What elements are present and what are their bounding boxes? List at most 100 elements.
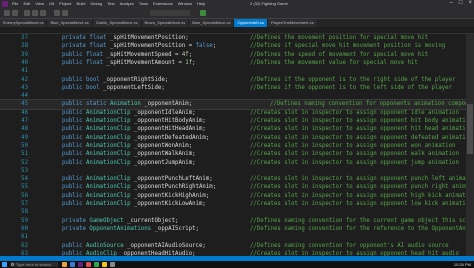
code-token: public [62, 201, 86, 207]
menu-item[interactable]: Window [178, 1, 192, 6]
code-token: public [62, 192, 86, 199]
taskbar-app-icon[interactable] [70, 262, 75, 267]
code-editor[interactable]: 37 private float _spHitMovementPosition; /… [0, 34, 474, 257]
taskbar-app-icon[interactable] [94, 262, 99, 267]
editor-tab[interactable]: Blue_SpecialMove.cs [189, 19, 235, 27]
code-token: AnimationClip [85, 109, 134, 116]
system-clock: 10:26 PM [453, 262, 471, 267]
close-icon[interactable]: × [468, 0, 472, 6]
code-token: _opponentJumpAnim; [133, 159, 196, 166]
code-token: private [62, 35, 90, 41]
code-token: _opponentRightSide; [103, 76, 169, 83]
code-token: public [62, 51, 86, 58]
save-icon[interactable] [40, 10, 46, 16]
editor-tab[interactable]: OpponentAI.cs [234, 19, 268, 27]
menu-item[interactable]: View [35, 1, 44, 6]
maximize-icon[interactable]: □ [459, 0, 463, 6]
back-icon[interactable] [4, 10, 10, 16]
code-token: GameObject [89, 217, 128, 224]
editor-tab[interactable]: Blue_SpecialMove.cs [47, 19, 93, 27]
code-token: private [62, 43, 90, 50]
code-token: _oppAIScript; [154, 225, 199, 232]
editor-tab[interactable]: Bravo_SpecialMove.cs [141, 19, 190, 27]
open-file-icon[interactable] [32, 10, 38, 16]
code-token: AnimationClip [85, 159, 134, 166]
code-token: _currentObject; [127, 217, 179, 224]
code-token: 4f [181, 51, 189, 58]
code-token: public [62, 84, 86, 91]
code-token: _opponentHitHeadAnim; [133, 126, 206, 133]
code-token: AnimationClip [85, 151, 134, 158]
code-token: static [85, 101, 110, 108]
taskbar-app-icon[interactable] [78, 262, 83, 267]
code-token: _spHitMovementAmount = [106, 59, 186, 66]
code-token: float [89, 35, 110, 41]
taskbar-search-input[interactable]: Type here to search [10, 262, 58, 267]
code-token: public [62, 126, 86, 133]
code-token: float [89, 43, 110, 50]
title-bar: File Edit View Git Project Build Debug Test Anal… [0, 0, 474, 8]
code-token: AnimationClip [85, 134, 134, 141]
menu-item[interactable]: File [12, 1, 18, 6]
code-token: public [62, 142, 86, 149]
code-token: private [62, 225, 90, 232]
vertical-scrollbar[interactable] [466, 34, 474, 256]
menu-item[interactable]: Project [59, 1, 71, 6]
menu-bar: File Edit View Git Project Build Debug Test Anal… [12, 1, 205, 6]
code-token: _opponentPunchLeftAnim; [133, 176, 213, 183]
code-token: _opponentPunchRightAnim; [133, 184, 217, 191]
code-token: bool [85, 84, 104, 91]
code-token: public [62, 176, 86, 183]
window-title: 2 (32) Fighting Game [250, 1, 288, 6]
editor-tab[interactable]: PlayerOneMovement.cs [267, 19, 318, 27]
code-token: ; [212, 43, 217, 50]
menu-item[interactable]: Edit [23, 1, 30, 6]
code-token: false [195, 43, 213, 50]
taskbar-app-icon[interactable] [110, 262, 115, 267]
code-token: _opponentDefeatedAnim; [133, 134, 210, 141]
editor-tab[interactable]: Goblin_SpecialMove.cs [92, 19, 142, 27]
code-token: public [62, 134, 86, 141]
solution-config-dropdown[interactable] [150, 10, 190, 16]
menu-item[interactable]: Extensions [153, 1, 173, 6]
code-token: public [62, 118, 86, 124]
code-token: public [62, 184, 86, 191]
code-token: AnimationClip [85, 118, 134, 124]
new-file-icon[interactable] [24, 10, 30, 16]
menu-item[interactable]: Tools [139, 1, 148, 6]
scrollbar-thumb[interactable] [467, 104, 473, 154]
windows-taskbar: Type here to search 10:26 PM [0, 261, 474, 268]
forward-icon[interactable] [12, 10, 18, 16]
start-debug-icon[interactable] [200, 10, 206, 16]
code-token: public [62, 59, 86, 66]
code-token: _opponentLeftSide; [103, 84, 165, 91]
code-token: _opponentAnim; [144, 101, 193, 108]
taskbar-app-icon[interactable] [102, 262, 107, 267]
undo-icon[interactable] [54, 10, 60, 16]
code-token: _opponentHitBodyAnim; [133, 118, 206, 124]
code-token: float [85, 51, 107, 58]
menu-item[interactable]: Analyze [120, 1, 134, 6]
visual-studio-logo-icon [2, 1, 8, 7]
menu-item[interactable]: Debug [90, 1, 102, 6]
code-token: AnimationClip [85, 192, 134, 199]
menu-item[interactable]: Build [77, 1, 86, 6]
code-token: AnimationClip [85, 142, 134, 149]
code-token: AnimationClip [85, 126, 134, 133]
menu-item[interactable]: Git [49, 1, 54, 6]
redo-icon[interactable] [62, 10, 68, 16]
code-token: _opponentKickHighAnim; [133, 192, 210, 199]
code-token: public [62, 109, 86, 116]
code-token: public [62, 151, 86, 158]
toolbar [0, 8, 474, 19]
code-token: public [62, 76, 86, 83]
taskbar-apps [62, 262, 115, 267]
taskbar-app-icon[interactable] [62, 262, 67, 267]
menu-item[interactable]: Test [107, 1, 114, 6]
menu-item[interactable]: Help [197, 1, 205, 6]
taskbar-app-icon[interactable] [86, 262, 91, 267]
minimize-icon[interactable]: – [450, 0, 453, 6]
windows-start-icon[interactable] [2, 262, 7, 267]
editor-tab[interactable]: EnemySpecialMove.cs [0, 19, 48, 27]
code-token: public [62, 242, 86, 249]
